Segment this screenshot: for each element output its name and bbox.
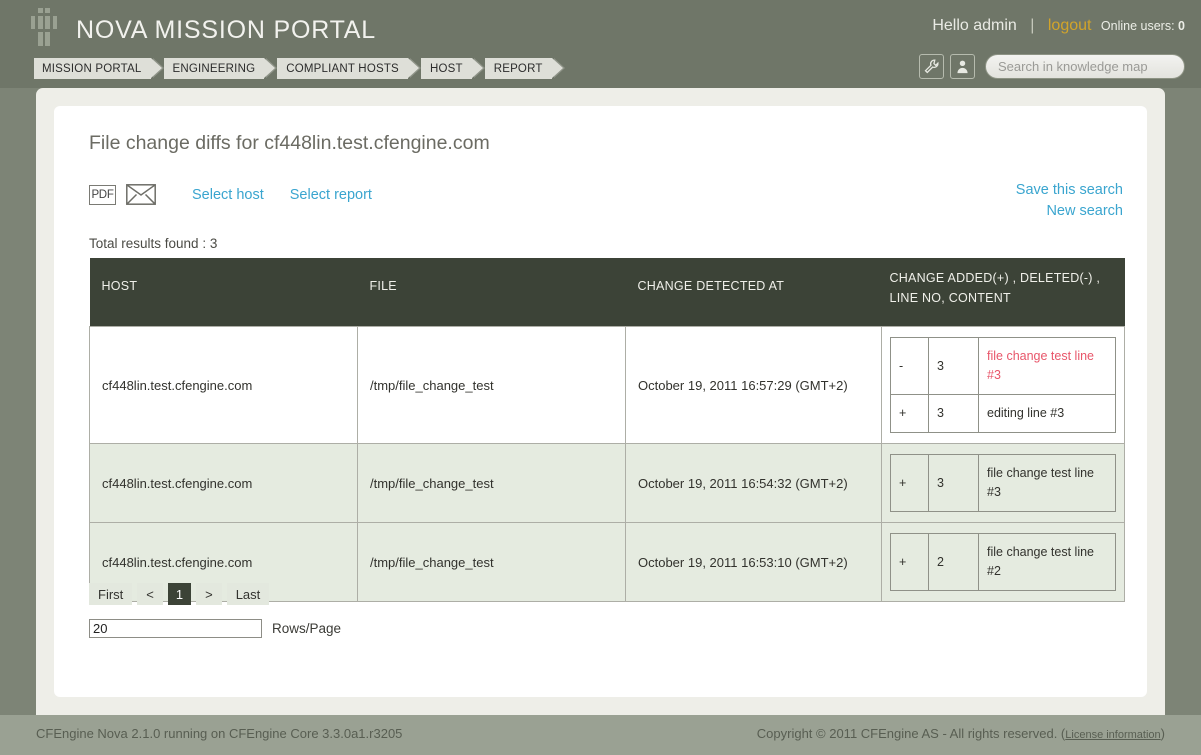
save-this-search-link[interactable]: Save this search [1016,180,1123,201]
footer-copyright-text: Copyright © 2011 CFEngine AS - All right… [756,726,1066,741]
column-header-change-details: CHANGE ADDED(+) , DELETED(-) , LINE NO, … [881,258,1125,327]
diff-content: file change test line #3 [978,454,1116,512]
logout-link[interactable]: logout [1048,17,1092,34]
brand: NOVA MISSION PORTAL [28,8,376,52]
diff-row-added: + 2 file change test line #2 [890,533,1116,591]
greeting-text: Hello admin [932,17,1017,34]
column-header-file: FILE [357,258,626,327]
select-report-link[interactable]: Select report [290,187,372,203]
diff-sign: + [890,454,929,512]
diff-content: editing line #3 [978,394,1116,433]
report-action-row: PDF Select host Select report [89,184,372,205]
rows-per-page-input[interactable] [89,619,262,638]
wrench-icon[interactable] [919,54,944,79]
cell-file: /tmp/file_change_test [357,326,626,444]
diff-row-added: + 3 file change test line #3 [890,454,1116,512]
diff-sign: + [890,394,929,433]
footer-copyright: Copyright © 2011 CFEngine AS - All right… [757,726,1165,741]
diff-table: - 3 file change test line #3 + 3 editing… [890,337,1116,433]
online-users: Online users: 0 [1101,19,1185,33]
select-host-link[interactable]: Select host [192,187,264,203]
table-header-row: HOST FILE CHANGE DETECTED AT CHANGE ADDE… [89,258,1125,327]
table-body: cf448lin.test.cfengine.com /tmp/file_cha… [89,326,1125,602]
diff-line-no: 2 [928,533,979,591]
diff-table: + 2 file change test line #2 [890,533,1116,591]
pagination-page-1-button[interactable]: 1 [167,583,192,605]
cell-detected-at: October 19, 2011 16:53:10 (GMT+2) [625,522,882,602]
column-header-host: HOST [89,258,358,327]
rows-per-page-label: Rows/Page [272,621,342,636]
total-results-text: Total results found : 3 [89,236,218,251]
pagination-prev-button[interactable]: < [137,583,163,605]
table-row: cf448lin.test.cfengine.com /tmp/file_cha… [89,326,1125,444]
column-header-change-detected-at: CHANGE DETECTED AT [625,258,882,327]
table-header: HOST FILE CHANGE DETECTED AT CHANGE ADDE… [89,258,1125,327]
cell-file: /tmp/file_change_test [357,522,626,602]
user-bar-separator: | [1030,17,1035,34]
breadcrumb-item-host[interactable]: HOST [420,58,485,79]
diff-line-no: 3 [928,394,979,433]
footer-copyright-text-end: ) [1160,726,1165,741]
diff-sign: - [890,337,929,395]
diff-row-added: + 3 editing line #3 [890,394,1116,433]
diff-line-no: 3 [928,454,979,512]
diff-line-no: 3 [928,337,979,395]
user-icon[interactable] [950,54,975,79]
pdf-icon[interactable]: PDF [89,184,116,205]
pagination: First < 1 > Last [89,583,270,605]
robot-logo-icon [28,8,62,52]
cell-detected-at: October 19, 2011 16:54:32 (GMT+2) [625,443,882,523]
table-row: cf448lin.test.cfengine.com /tmp/file_cha… [89,443,1125,523]
online-users-label: Online users: [1100,19,1175,33]
license-information-link[interactable]: License information [1065,726,1160,741]
diff-row-deleted: - 3 file change test line #3 [890,337,1116,395]
footer-version-text: CFEngine Nova 2.1.0 running on CFEngine … [36,726,403,741]
diff-sign: + [890,533,929,591]
report-card: File change diffs for cf448lin.test.cfen… [54,106,1147,697]
header-tool-row [919,54,1185,79]
content-panel: File change diffs for cf448lin.test.cfen… [36,88,1165,715]
search-input[interactable] [986,59,1184,74]
breadcrumb: MISSION PORTAL ENGINEERING COMPLIANT HOS… [34,58,565,79]
brand-title: NOVA MISSION PORTAL [76,16,376,44]
cell-change-details: + 3 file change test line #3 [881,443,1125,523]
pagination-first-button[interactable]: First [89,583,133,605]
cell-detected-at: October 19, 2011 16:57:29 (GMT+2) [625,326,882,444]
breadcrumb-item-report[interactable]: REPORT [484,58,565,79]
breadcrumb-item-engineering[interactable]: ENGINEERING [163,58,277,79]
user-bar: Hello admin | logout Online users: 0 [932,17,1185,35]
diff-content: file change test line #2 [978,533,1116,591]
cell-host: cf448lin.test.cfengine.com [89,443,358,523]
page-title: File change diffs for cf448lin.test.cfen… [89,132,490,154]
cell-change-details: - 3 file change test line #3 + 3 editing… [881,326,1125,444]
pagination-last-button[interactable]: Last [226,583,270,605]
rows-per-page-row: Rows/Page [89,619,341,638]
search-links: Save this search New search [1016,180,1123,222]
new-search-link[interactable]: New search [1016,201,1123,222]
breadcrumb-item-compliant-hosts[interactable]: COMPLIANT HOSTS [277,58,421,79]
breadcrumb-item-mission-portal[interactable]: MISSION PORTAL [34,58,163,79]
diff-table: + 3 file change test line #3 [890,454,1116,512]
cell-host: cf448lin.test.cfengine.com [89,326,358,444]
diff-content: file change test line #3 [978,337,1116,395]
footer: CFEngine Nova 2.1.0 running on CFEngine … [0,715,1201,755]
cell-change-details: + 2 file change test line #2 [881,522,1125,602]
knowledge-map-search[interactable] [985,54,1185,79]
envelope-icon[interactable] [126,184,156,205]
cell-file: /tmp/file_change_test [357,443,626,523]
file-change-diffs-table: HOST FILE CHANGE DETECTED AT CHANGE ADDE… [89,258,1125,602]
pagination-next-button[interactable]: > [196,583,222,605]
online-users-count: 0 [1178,19,1185,33]
top-header-bar: NOVA MISSION PORTAL Hello admin | logout… [0,0,1201,88]
